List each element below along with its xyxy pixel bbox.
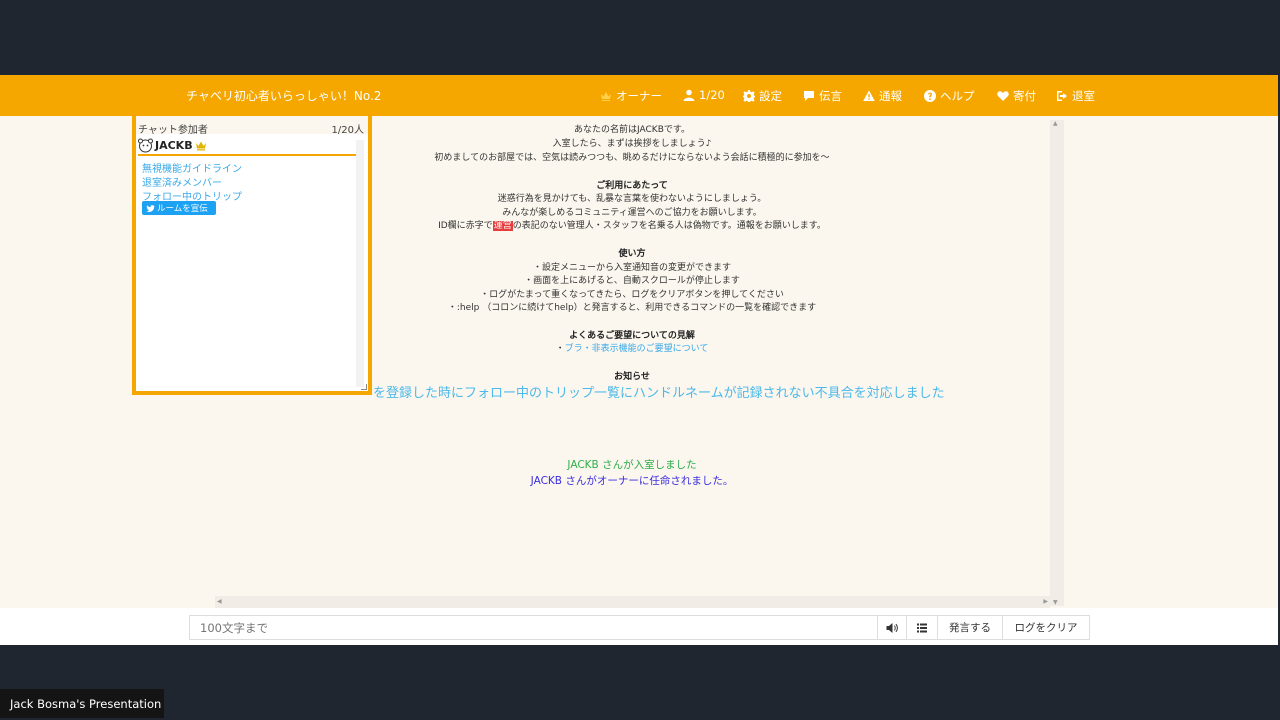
- staff-red-badge: 運営: [492, 221, 513, 231]
- input-bar: 発言する ログをクリア: [0, 608, 1278, 645]
- id-warning-line: ID欄に赤字で運営の表記のない管理人・スタッフを名乗る人は偽物です。通報をお願い…: [372, 218, 892, 231]
- howto-line: ・画面を上にあげると、自動スクロールが停止します: [524, 276, 740, 286]
- id-warning-post: の表記のない管理人・スタッフを名乗る人は偽物です。通報をお願いします。: [512, 221, 826, 231]
- scroll-down-arrow[interactable]: ▼: [1053, 599, 1058, 606]
- scroll-up-arrow[interactable]: ▲: [1053, 120, 1058, 127]
- news-notice: を登録した時にフォロー中のトリップ一覧にハンドルネームが記録されない不具合を対応…: [373, 386, 945, 401]
- heart-icon: [997, 91, 1009, 101]
- avatar-icon: [138, 138, 153, 153]
- ignore-guideline-link[interactable]: 無視機能ガイドライン: [142, 160, 242, 175]
- intro-line: 初めましてのお部屋では、空気は読みつつも、眺めるだけにならないよう会話に積極的に…: [434, 153, 830, 163]
- donate-label: 寄付: [1013, 89, 1036, 103]
- chat-room-window: チャベリ初心者いらっしゃい！No.2 オーナー 1/20 設定 伝言 通報 ヘル…: [0, 75, 1278, 645]
- owner-message: JACKB さんがオーナーに任命されました。: [530, 475, 734, 487]
- members-panel: チャット参加者 1/20人 JACKB 無視機能ガイドライン 退室済みメンバー …: [132, 116, 372, 395]
- question-icon: [924, 90, 936, 102]
- crown-icon: [195, 141, 206, 150]
- warning-icon: [863, 90, 875, 101]
- enter-message: JACKB さんが入室しました: [567, 459, 697, 471]
- presenter-label: Jack Bosma's Presentation: [0, 689, 164, 718]
- promote-room-label: ルームを宣伝: [157, 204, 208, 214]
- members-panel-label: チャット参加者: [138, 125, 208, 136]
- members-scrollbar[interactable]: [356, 140, 364, 387]
- usage-line: 迷惑行為を見かけても、乱暴な言葉を使わないようにしましょう。: [497, 194, 767, 204]
- left-members-link[interactable]: 退室済みメンバー: [142, 174, 222, 189]
- faq-line: ・ブラ・非表示機能のご要望について: [372, 341, 892, 354]
- message-label: 伝言: [819, 89, 842, 103]
- member-name: JACKB: [155, 139, 193, 152]
- list-icon: [917, 623, 927, 632]
- intro-line: あなたの名前はJACKBです。: [574, 125, 690, 135]
- usage-title: ご利用にあたって: [596, 181, 668, 191]
- sign-out-icon: [1057, 91, 1067, 101]
- news-title: お知らせ: [614, 372, 650, 382]
- howto-line: ・設定メニューから入室通知音の変更ができます: [532, 263, 731, 273]
- intro-line: 入室したら、まずは挨拶をしましょう♪: [552, 139, 712, 149]
- log-vertical-scrollbar[interactable]: ▲ ▼: [1050, 120, 1064, 606]
- member-row[interactable]: JACKB: [138, 137, 356, 156]
- leave-label: 退室: [1072, 89, 1095, 103]
- chat-input[interactable]: [189, 615, 879, 640]
- faq-bullet: ・: [555, 344, 565, 354]
- chat-log: あなたの名前はJACKBです。 入室したら、まずは挨拶をしましょう♪ 初めまして…: [372, 116, 1050, 594]
- report-button[interactable]: 通報: [863, 88, 902, 104]
- owner-indicator: オーナー: [600, 88, 662, 104]
- howto-line: ・:help （コロンに続けてhelp）と発言すると、利用できるコマンドの一覧を…: [447, 303, 817, 313]
- scroll-left-arrow[interactable]: ◀: [217, 598, 222, 605]
- leave-button[interactable]: 退室: [1056, 88, 1095, 104]
- id-warning-pre: ID欄に赤字で: [438, 221, 493, 231]
- howto-title: 使い方: [618, 249, 646, 259]
- log-horizontal-scrollbar[interactable]: ◀ ▶: [215, 596, 1050, 608]
- howto-line: ・ログがたまって重くなってきたら、ログをクリアボタンを押してください: [480, 290, 784, 300]
- help-button[interactable]: ヘルプ: [924, 88, 975, 104]
- user-icon: [683, 89, 695, 101]
- twitter-icon: [146, 204, 155, 212]
- members-count-label: 1/20: [699, 88, 725, 102]
- volume-icon: [886, 622, 898, 633]
- donate-button[interactable]: 寄付: [997, 88, 1036, 104]
- settings-label: 設定: [759, 89, 782, 103]
- report-label: 通報: [879, 89, 902, 103]
- faq-title: よくあるご要望についての見解: [569, 331, 695, 341]
- members-panel-header: チャット参加者 1/20人: [136, 116, 368, 136]
- usage-line: みんなが楽しめるコミュニティ運営へのご協力をお願いします。: [502, 208, 762, 218]
- faq-link[interactable]: ブラ・非表示機能のご要望について: [565, 344, 709, 354]
- resize-grip[interactable]: [361, 384, 367, 390]
- members-count-button[interactable]: 1/20: [683, 88, 725, 102]
- owner-label: オーナー: [616, 89, 662, 103]
- room-title: チャベリ初心者いらっしゃい！No.2: [186, 89, 382, 103]
- list-view-button[interactable]: [906, 615, 938, 640]
- promote-room-button[interactable]: ルームを宣伝: [142, 201, 216, 215]
- message-button[interactable]: 伝言: [803, 88, 842, 104]
- gear-icon: [743, 90, 755, 102]
- comment-icon: [804, 91, 814, 101]
- settings-button[interactable]: 設定: [743, 88, 782, 104]
- members-panel-count: 1/20人: [331, 125, 364, 136]
- sound-toggle-button[interactable]: [877, 615, 907, 640]
- header-bar: チャベリ初心者いらっしゃい！No.2 オーナー 1/20 設定 伝言 通報 ヘル…: [0, 75, 1278, 116]
- clear-log-button[interactable]: ログをクリア: [1002, 615, 1090, 640]
- scroll-right-arrow[interactable]: ▶: [1043, 598, 1048, 605]
- crown-icon: [601, 92, 611, 101]
- help-label: ヘルプ: [940, 89, 975, 103]
- speak-button[interactable]: 発言する: [937, 615, 1003, 640]
